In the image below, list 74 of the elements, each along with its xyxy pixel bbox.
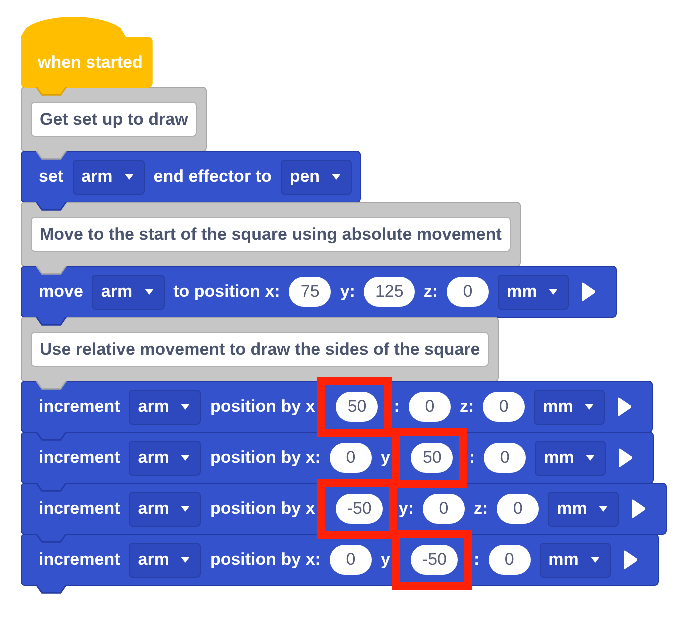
number-field[interactable]: 50 <box>336 392 378 422</box>
number-field[interactable]: 0 <box>484 443 526 473</box>
caret-icon <box>181 557 190 563</box>
block-label: z: <box>474 499 488 519</box>
number-field[interactable]: 0 <box>422 494 465 524</box>
block-label: y <box>380 550 390 570</box>
block-label: set <box>39 167 64 187</box>
dropdown[interactable]: mm <box>535 440 606 476</box>
block-label: y: <box>398 499 414 519</box>
number-field[interactable]: 0 <box>330 443 372 473</box>
caret-icon <box>590 557 600 563</box>
dropdown[interactable]: mm <box>548 492 620 526</box>
caret-icon <box>144 289 154 295</box>
dropdown[interactable]: mm <box>540 542 611 578</box>
caret-icon <box>586 455 596 461</box>
block-label: when started <box>38 52 143 72</box>
block-label: z: <box>424 282 438 302</box>
block-label: position by x: <box>210 550 321 570</box>
block-label: end effector to <box>154 167 272 187</box>
comment-block[interactable]: Move to the start of the square using absolute movement <box>21 202 521 267</box>
number-field[interactable]: -50 <box>336 494 383 524</box>
block-label: position by x <box>210 499 316 519</box>
block-label: increment <box>39 550 120 570</box>
play-icon[interactable] <box>624 550 638 570</box>
connector-notch <box>36 585 67 594</box>
number-field[interactable]: 0 <box>330 545 372 575</box>
comment-field[interactable]: Get set up to draw <box>31 102 198 137</box>
block-label: : <box>474 550 480 570</box>
block-label: increment <box>39 499 120 519</box>
play-icon[interactable] <box>619 448 634 468</box>
caret-icon <box>599 506 608 512</box>
block-label: increment <box>39 397 120 417</box>
block-label: y: <box>340 282 356 302</box>
caret-icon <box>181 455 190 461</box>
caret-icon <box>181 404 190 410</box>
dropdown[interactable]: arm <box>129 492 202 526</box>
play-icon[interactable] <box>582 282 596 302</box>
number-field[interactable]: 0 <box>497 494 540 524</box>
block-label: y <box>380 448 390 468</box>
block-label: : <box>394 397 400 417</box>
dropdown[interactable]: arm <box>92 274 165 310</box>
dropdown[interactable]: arm <box>72 160 145 194</box>
block-label: increment <box>39 448 120 468</box>
dropdown[interactable]: arm <box>129 390 202 424</box>
caret-icon <box>332 174 342 180</box>
caret-icon <box>549 289 558 295</box>
caret-icon <box>181 506 190 512</box>
block-label: position by x <box>210 397 316 417</box>
comment-field[interactable]: Use relative movement to draw the sides of the square <box>31 332 490 367</box>
block-label: move <box>39 282 84 302</box>
dropdown[interactable]: pen <box>280 160 352 194</box>
number-field[interactable]: 0 <box>488 545 531 575</box>
block-label: : <box>469 448 476 468</box>
play-icon[interactable] <box>632 499 646 519</box>
number-field[interactable]: 0 <box>447 277 489 307</box>
comment-block[interactable]: Use relative movement to draw the sides of the square <box>21 317 500 382</box>
block-label: z: <box>460 397 474 417</box>
number-field[interactable]: 0 <box>483 392 526 422</box>
number-field[interactable]: 125 <box>364 277 415 307</box>
play-icon[interactable] <box>618 397 632 417</box>
comment-field[interactable]: Move to the start of the square using absolute movement <box>31 217 511 252</box>
number-field[interactable]: -50 <box>411 545 458 575</box>
comment-block[interactable]: Get set up to draw <box>21 87 208 152</box>
number-field[interactable]: 0 <box>408 392 451 422</box>
caret-icon <box>585 404 594 410</box>
caret-icon <box>124 174 134 180</box>
dropdown[interactable]: arm <box>129 542 202 578</box>
dropdown[interactable]: mm <box>498 274 570 310</box>
number-field[interactable]: 75 <box>289 277 332 307</box>
dropdown[interactable]: mm <box>534 390 606 424</box>
number-field[interactable]: 50 <box>411 443 454 473</box>
block-label: to position x: <box>174 282 280 302</box>
dropdown[interactable]: arm <box>129 440 202 476</box>
block-label: position by x: <box>210 448 321 468</box>
